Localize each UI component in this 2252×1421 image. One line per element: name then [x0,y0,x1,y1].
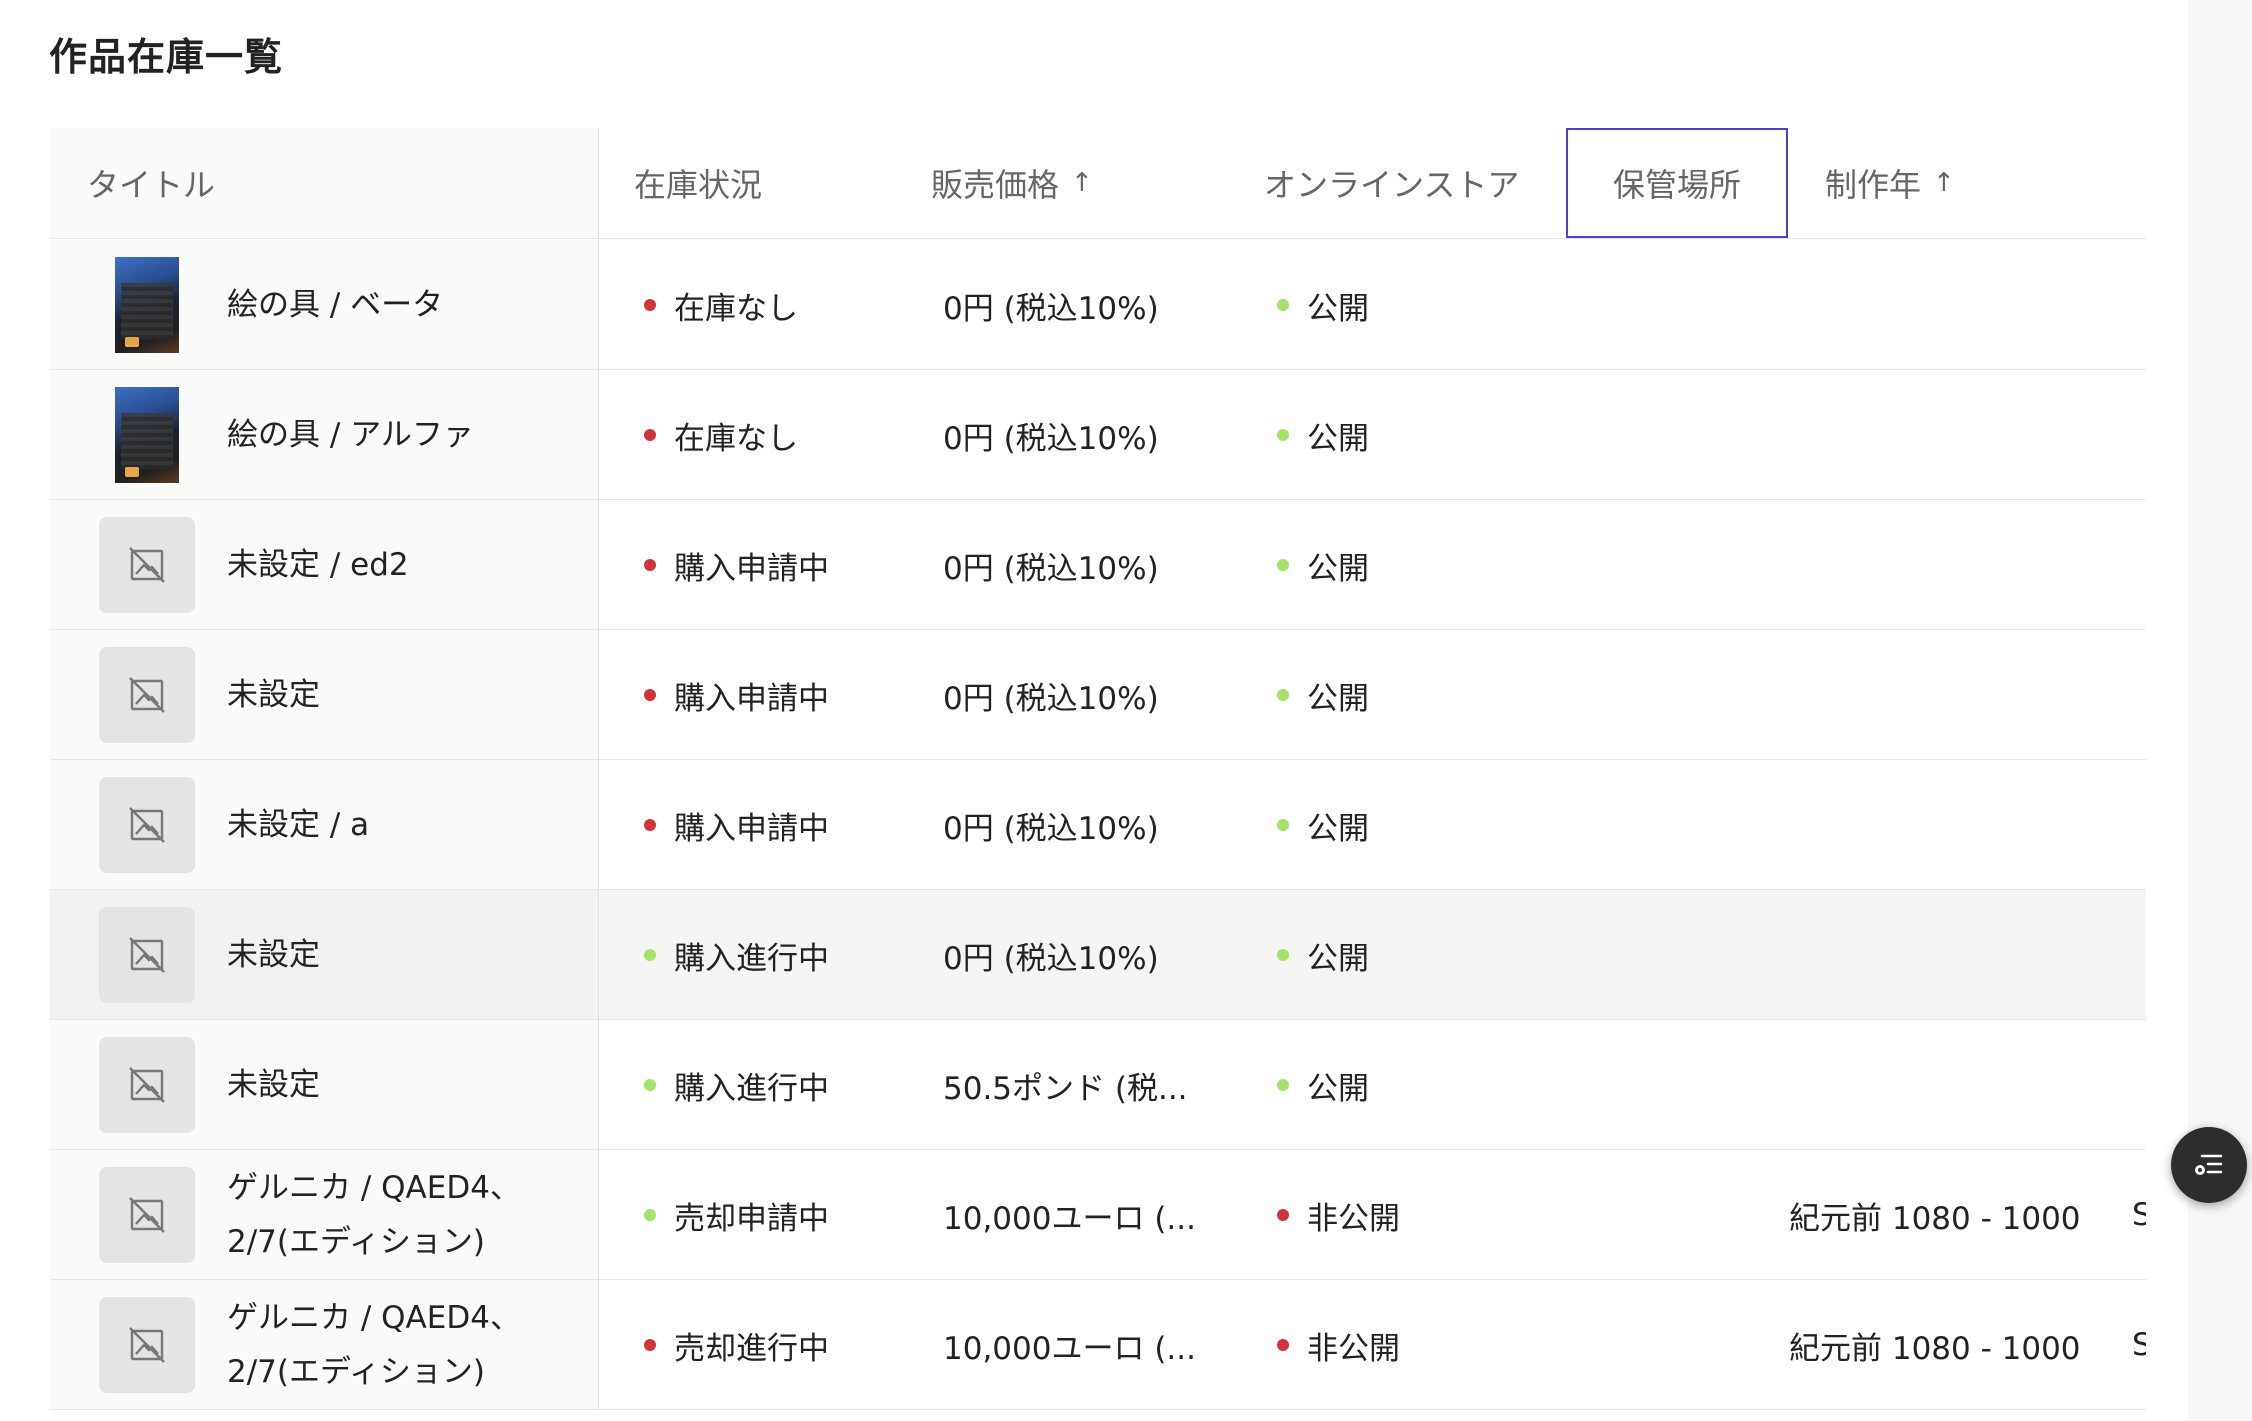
table-row[interactable]: 絵の具 / アルファ 在庫なし 0円 (税込10%) 公開 [50,370,2146,500]
artwork-thumbnail [99,907,195,1003]
artwork-thumbnail [115,387,179,483]
artwork-thumbnail [99,1037,195,1133]
artwork-thumbnail [99,777,195,873]
status-dot [644,1339,656,1351]
artwork-thumbnail [99,1297,195,1393]
online-store-status: 公開 [1277,1020,1369,1150]
online-store-status: 公開 [1277,500,1369,630]
stock-status: 購入進行中 [644,1020,829,1150]
image-off-icon [129,547,165,583]
sale-price: 0円 (税込10%) [943,810,1159,847]
table-row[interactable]: 未設定 / ed2 購入申請中 0円 (税込10%) 公開 [50,500,2146,630]
stock-status: 売却進行中 [644,1280,829,1410]
online-store-status: 公開 [1277,370,1369,500]
scroll-gutter [2188,0,2252,1421]
status-dot [644,1209,656,1221]
table-row[interactable]: ゲルニカ / QAED4、2/7(エディション) 売却進行中 10,000ユーロ (… [50,1280,2146,1410]
production-year: 紀元前 1080 - 1000 [1789,1200,2081,1237]
artwork-thumbnail [99,647,195,743]
table-row[interactable]: 未設定 / a 購入申請中 0円 (税込10%) 公開 [50,760,2146,890]
stock-status: 購入進行中 [644,890,829,1020]
image-off-icon [129,937,165,973]
sort-ascending-icon[interactable]: ↑ [1933,168,1955,198]
next-column-value: S [2132,1197,2146,1233]
stock-status: 売却申請中 [644,1150,829,1280]
artwork-title[interactable]: 未設定 [227,630,577,760]
image-off-icon [129,1327,165,1363]
status-dot [1277,949,1289,961]
table-row[interactable]: 未設定 購入進行中 50.5ポンド (税... 公開 [50,1020,2146,1150]
image-off-icon [129,1067,165,1103]
artwork-thumbnail [99,517,195,613]
artwork-title[interactable]: ゲルニカ / QAED4、2/7(エディション) [227,1280,577,1410]
online-store-status: 公開 [1277,240,1369,370]
status-dot [644,299,656,311]
table-header: タイトル 在庫状況 販売価格 ↑ オンラインストア 保管場所 制作年 ↑ [50,128,2146,239]
sale-price: 0円 (税込10%) [943,680,1159,717]
column-header-online-store[interactable]: オンラインストア [1264,128,1519,238]
status-dot [1277,1339,1289,1351]
artwork-title[interactable]: 未設定 [227,890,577,1020]
column-header-title[interactable]: タイトル [87,128,215,238]
image-off-icon [129,1197,165,1233]
sale-price: 0円 (税込10%) [943,940,1159,977]
artwork-thumbnail [115,257,179,353]
status-dot [1277,819,1289,831]
online-store-status: 公開 [1277,630,1369,760]
filter-button[interactable] [2171,1127,2247,1203]
stock-status: 購入申請中 [644,500,829,630]
status-dot [644,949,656,961]
column-header-stock[interactable]: 在庫状況 [634,128,762,238]
online-store-status: 公開 [1277,890,1369,1020]
stock-status: 在庫なし [644,370,798,500]
stock-status: 在庫なし [644,240,798,370]
sort-ascending-icon[interactable]: ↑ [1071,168,1093,198]
next-column-value: S [2132,1327,2146,1363]
status-dot [1277,559,1289,571]
table-row[interactable]: 絵の具 / ベータ 在庫なし 0円 (税込10%) 公開 [50,240,2146,370]
status-dot [644,429,656,441]
status-dot [644,819,656,831]
status-dot [1277,299,1289,311]
artwork-title[interactable]: 未設定 [227,1020,577,1150]
sale-price: 10,000ユーロ (... [943,1200,1196,1237]
status-dot [644,1079,656,1091]
column-header-location[interactable]: 保管場所 [1566,128,1788,238]
column-header-price[interactable]: 販売価格 ↑ [931,128,1093,238]
sale-price: 0円 (税込10%) [943,420,1159,457]
status-dot [1277,689,1289,701]
artwork-title[interactable]: ゲルニカ / QAED4、2/7(エディション) [227,1150,577,1280]
stock-status: 購入申請中 [644,630,829,760]
status-dot [644,559,656,571]
table-row[interactable]: 未設定 購入進行中 0円 (税込10%) 公開 [50,890,2146,1020]
online-store-status: 公開 [1277,760,1369,890]
artwork-thumbnail [99,1167,195,1263]
status-dot [1277,1209,1289,1221]
inventory-table: タイトル 在庫状況 販売価格 ↑ オンラインストア 保管場所 制作年 ↑ 絵の具… [50,128,2146,1421]
artwork-title[interactable]: 絵の具 / ベータ [227,240,577,370]
page-title: 作品在庫一覧 [49,35,284,79]
sale-price: 10,000ユーロ (... [943,1330,1196,1367]
online-store-status: 非公開 [1277,1150,1400,1280]
table-row[interactable]: 未設定 購入申請中 0円 (税込10%) 公開 [50,630,2146,760]
sale-price: 0円 (税込10%) [943,290,1159,327]
sale-price: 50.5ポンド (税... [943,1070,1188,1107]
artwork-title[interactable]: 未設定 / ed2 [227,500,577,630]
status-dot [1277,429,1289,441]
sale-price: 0円 (税込10%) [943,550,1159,587]
table-row[interactable]: ゲルニカ / QAED4、2/7(エディション) 売却申請中 10,000ユーロ (… [50,1150,2146,1280]
status-dot [644,689,656,701]
production-year: 紀元前 1080 - 1000 [1789,1330,2081,1367]
artwork-title[interactable]: 絵の具 / アルファ [227,370,577,500]
online-store-status: 非公開 [1277,1280,1400,1410]
image-off-icon [129,677,165,713]
status-dot [1277,1079,1289,1091]
filter-list-icon [2195,1154,2223,1175]
column-header-year[interactable]: 制作年 ↑ [1825,128,1955,238]
stock-status: 購入申請中 [644,760,829,890]
image-off-icon [129,807,165,843]
artwork-title[interactable]: 未設定 / a [227,760,577,890]
